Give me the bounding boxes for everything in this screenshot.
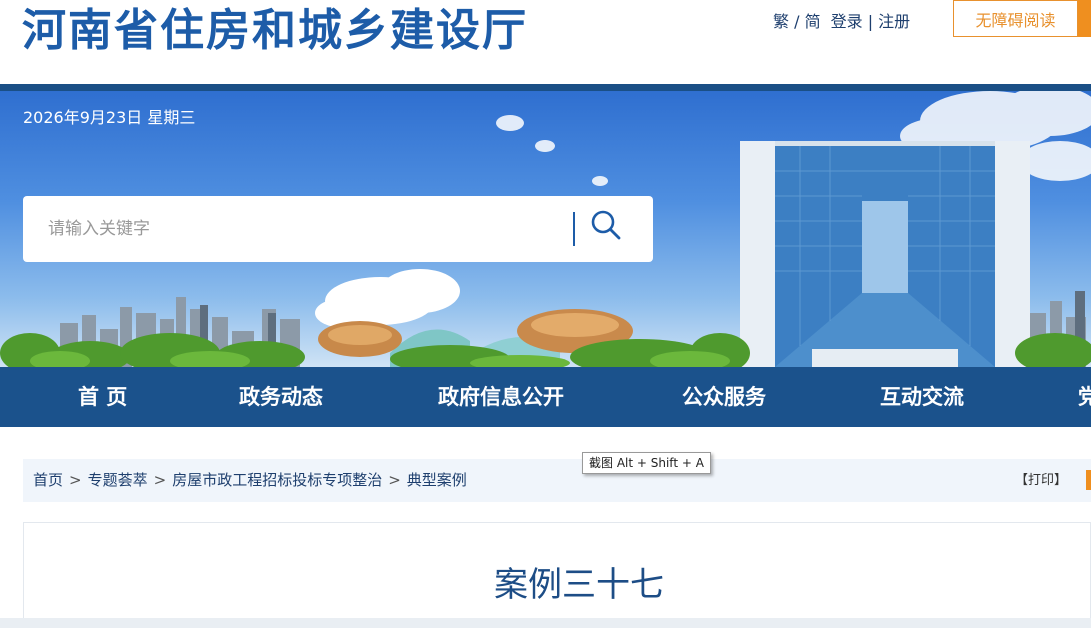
- search-box: [23, 196, 653, 262]
- breadcrumb-bar: 首页 > 专题荟萃 > 房屋市政工程招标投标专项整治 > 典型案例 【打印】: [23, 459, 1091, 502]
- accessibility-strip: [1078, 0, 1091, 37]
- nav-item-gov-info[interactable]: 政府信息公开: [438, 367, 564, 427]
- print-link[interactable]: 【打印】: [1015, 459, 1067, 502]
- article-panel: 案例三十七: [23, 522, 1091, 628]
- breadcrumb-home[interactable]: 首页: [33, 471, 63, 489]
- register-link[interactable]: 注册: [878, 8, 910, 32]
- site-header: 河南省住房和城乡建设厅 繁 / 简登录 | 注册 无障碍阅读: [0, 0, 1091, 84]
- lang-separator: /: [789, 12, 805, 31]
- breadcrumb-separator: >: [69, 471, 82, 489]
- search-icon: [591, 210, 621, 240]
- nav-item-news[interactable]: 政务动态: [239, 367, 323, 427]
- top-links: 繁 / 简登录 | 注册: [773, 8, 910, 32]
- nav-item-party[interactable]: 党: [1078, 367, 1091, 427]
- search-input[interactable]: [23, 196, 573, 262]
- nav-item-public-service[interactable]: 公众服务: [682, 367, 766, 427]
- nav-item-interaction[interactable]: 互动交流: [880, 367, 964, 427]
- breadcrumb-topics[interactable]: 专题荟萃: [88, 471, 148, 489]
- auth-separator: |: [862, 12, 879, 31]
- banner: 2026年9月23日 星期三: [0, 91, 1091, 367]
- site-title[interactable]: 河南省住房和城乡建设厅: [22, 0, 528, 58]
- breadcrumb: 首页 > 专题荟萃 > 房屋市政工程招标投标专项整治 > 典型案例: [33, 459, 467, 502]
- current-date: 2026年9月23日 星期三: [23, 108, 196, 127]
- article-title: 案例三十七: [494, 565, 664, 605]
- search-divider: [573, 212, 575, 246]
- breadcrumb-typical-cases[interactable]: 典型案例: [407, 471, 467, 489]
- bottom-scroll-area: [0, 618, 1091, 628]
- nav-item-home[interactable]: 首 页: [78, 367, 127, 427]
- screenshot-tooltip: 截图 Alt + Shift + A: [582, 452, 711, 474]
- breadcrumb-separator: >: [153, 471, 167, 489]
- breadcrumb-separator: >: [388, 471, 401, 489]
- breadcrumb-bidding-rectification[interactable]: 房屋市政工程招标投标专项整治: [172, 471, 382, 489]
- simplified-chinese-link[interactable]: 简: [805, 8, 821, 32]
- traditional-chinese-link[interactable]: 繁: [773, 8, 789, 32]
- search-button[interactable]: [589, 208, 633, 250]
- header-divider: [0, 84, 1091, 91]
- accessibility-button[interactable]: 无障碍阅读: [953, 0, 1078, 37]
- login-link[interactable]: 登录: [831, 8, 863, 32]
- main-nav: 首 页 政务动态 政府信息公开 公众服务 互动交流 党: [0, 367, 1091, 427]
- breadcrumb-accent: [1086, 470, 1091, 490]
